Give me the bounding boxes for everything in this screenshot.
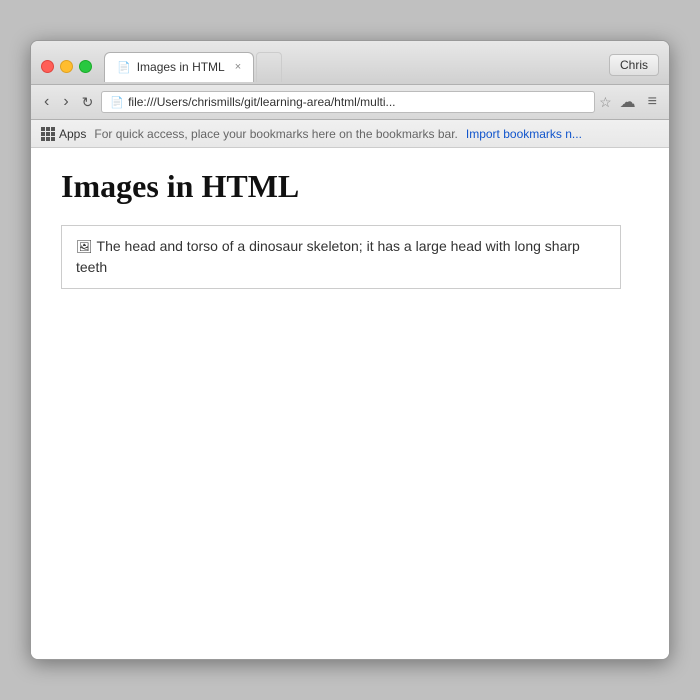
close-button[interactable]	[41, 60, 54, 73]
apps-link[interactable]: Apps	[41, 127, 86, 141]
page-title: Images in HTML	[61, 168, 639, 205]
minimize-button[interactable]	[60, 60, 73, 73]
apps-grid-icon	[41, 127, 55, 141]
page-content: Images in HTML 🖼The head and torso of a …	[31, 148, 669, 659]
tab-close-button[interactable]: ×	[235, 61, 241, 73]
maximize-button[interactable]	[79, 60, 92, 73]
address-icon: 📄	[110, 96, 124, 109]
apps-label: Apps	[59, 127, 86, 141]
broken-image-icon: 🖼	[76, 237, 93, 257]
bookmark-star-button[interactable]: ☆	[599, 94, 612, 111]
forward-button[interactable]: ›	[58, 91, 73, 113]
broken-image-container: 🖼The head and torso of a dinosaur skelet…	[61, 225, 621, 289]
menu-button[interactable]: ≡	[644, 91, 661, 113]
grid-dot	[46, 137, 50, 141]
grid-dot	[41, 132, 45, 136]
nav-bar: ‹ › ↻ 📄 file:///Users/chrismills/git/lea…	[31, 85, 669, 120]
grid-dot	[41, 137, 45, 141]
title-bar: 📄 Images in HTML × Chris	[31, 41, 669, 85]
grid-dot	[51, 132, 55, 136]
tab-label: Images in HTML	[137, 60, 225, 74]
import-bookmarks-link[interactable]: Import bookmarks n...	[466, 127, 582, 141]
grid-dot	[46, 127, 50, 131]
refresh-button[interactable]: ↻	[78, 92, 98, 113]
broken-image-alt: The head and torso of a dinosaur skeleto…	[76, 238, 580, 275]
bookmarks-message: For quick access, place your bookmarks h…	[94, 127, 458, 141]
browser-window: 📄 Images in HTML × Chris ‹ › ↻ 📄 file://…	[30, 40, 670, 660]
tabs-area: 📄 Images in HTML ×	[104, 52, 601, 82]
traffic-lights	[41, 60, 92, 73]
grid-dot	[41, 127, 45, 131]
address-bar[interactable]: 📄 file:///Users/chrismills/git/learning-…	[101, 91, 595, 113]
grid-dot	[46, 132, 50, 136]
active-tab[interactable]: 📄 Images in HTML ×	[104, 52, 254, 82]
grid-dot	[51, 127, 55, 131]
address-text: file:///Users/chrismills/git/learning-ar…	[128, 95, 586, 109]
new-tab-button[interactable]	[256, 52, 282, 82]
profile-button[interactable]: Chris	[609, 54, 659, 76]
cloud-sync-button[interactable]: ☁	[616, 90, 640, 114]
bookmarks-bar: Apps For quick access, place your bookma…	[31, 120, 669, 148]
tab-page-icon: 📄	[117, 61, 131, 74]
grid-dot	[51, 137, 55, 141]
back-button[interactable]: ‹	[39, 91, 54, 113]
